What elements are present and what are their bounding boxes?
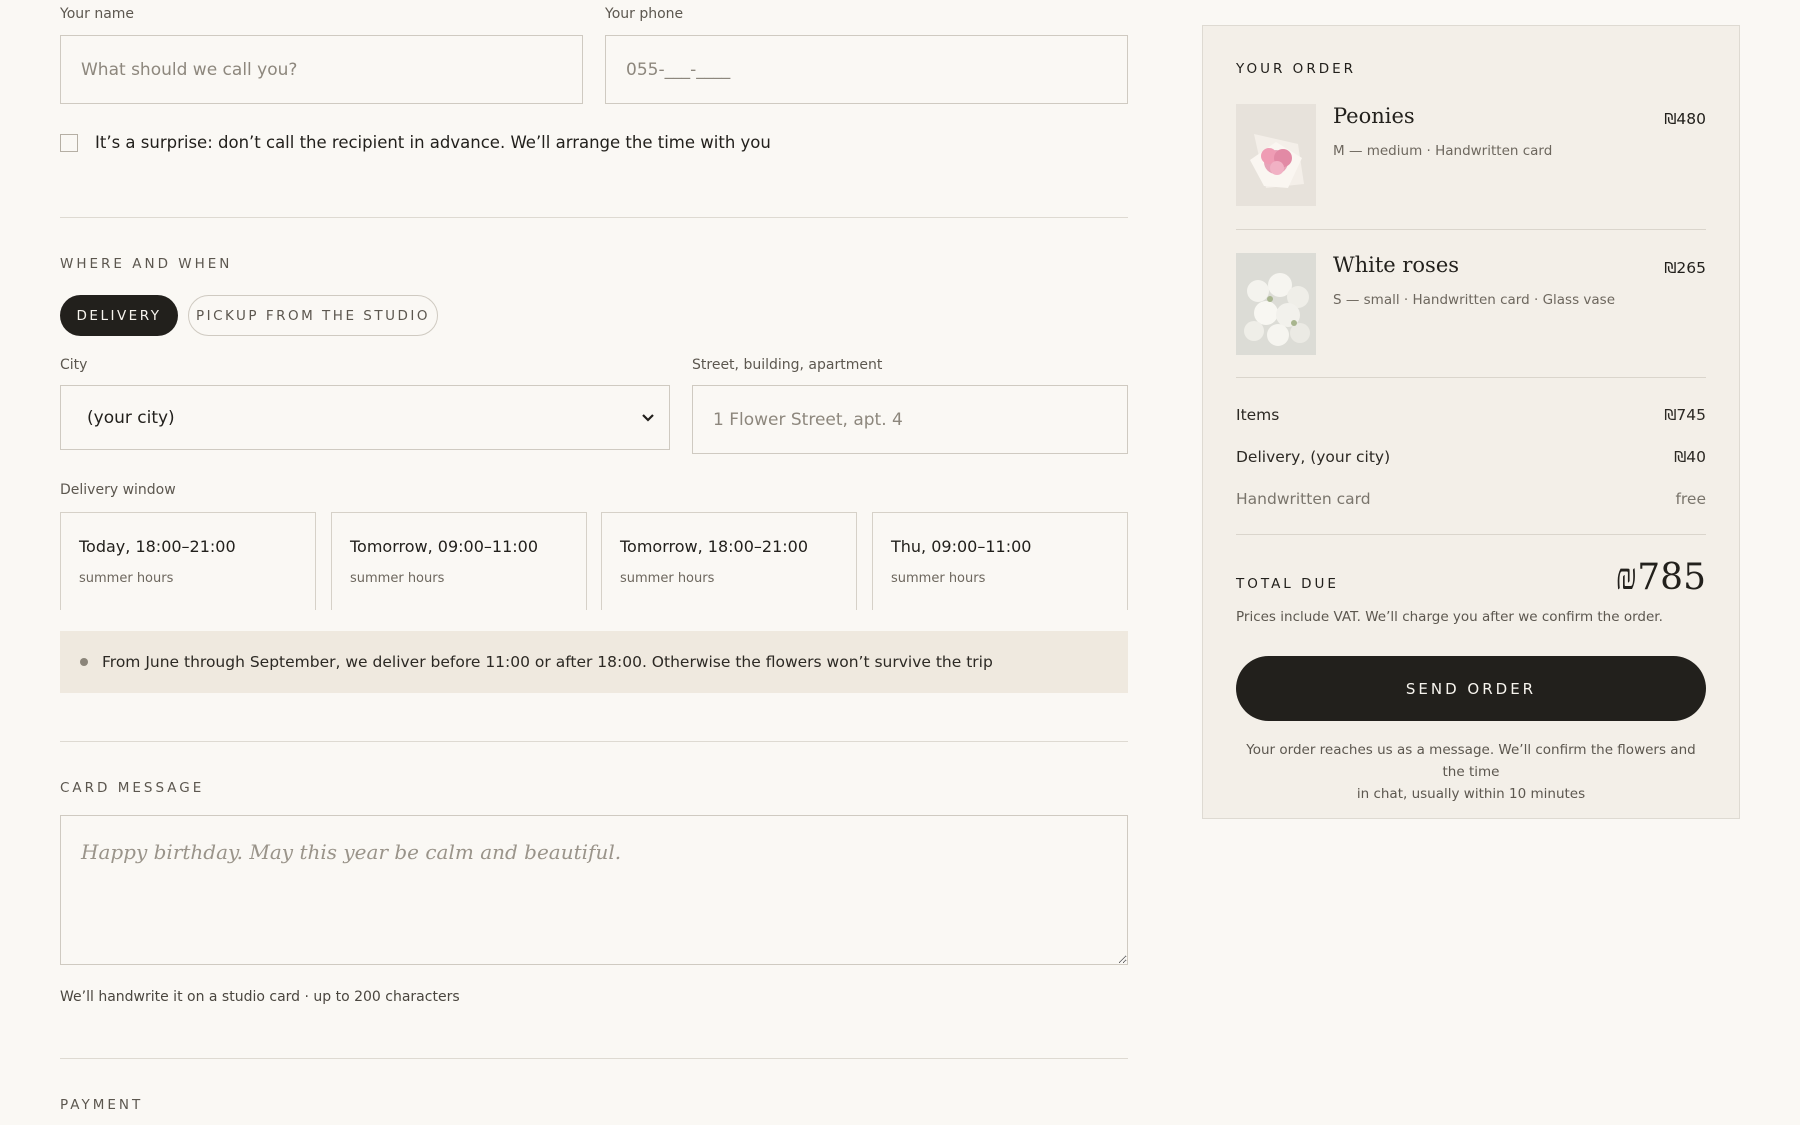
- notice-text: From June through September, we deliver …: [102, 653, 993, 671]
- card-hint: We’ll handwrite it on a studio card · up…: [60, 989, 460, 1005]
- street-label: Street, building, apartment: [692, 357, 883, 373]
- card-value: free: [1675, 490, 1706, 508]
- city-value: (your city): [87, 407, 175, 428]
- footer-line: Your order reaches us as a message. We’l…: [1246, 742, 1696, 780]
- send-order-button[interactable]: SEND ORDER: [1236, 656, 1706, 721]
- items-value: ₪745: [1664, 406, 1706, 424]
- tab-pickup[interactable]: PICKUP FROM THE STUDIO: [188, 295, 438, 336]
- item-meta: M — medium · Handwritten card: [1333, 143, 1553, 159]
- phone-input[interactable]: 055-___-____: [605, 35, 1128, 104]
- delivery-label: Delivery, (your city): [1236, 448, 1391, 466]
- delivery-slot[interactable]: Thu, 09:00–11:00 summer hours: [872, 512, 1128, 610]
- summer-notice: From June through September, we deliver …: [60, 631, 1128, 693]
- bullet-dot-icon: [80, 658, 88, 666]
- where-when-title: WHERE AND WHEN: [60, 256, 233, 272]
- vat-note: Prices include VAT. We’ll charge you aft…: [1236, 609, 1663, 625]
- card-message-textarea[interactable]: [60, 815, 1128, 965]
- delivery-window-label: Delivery window: [60, 482, 176, 498]
- item-name: Peonies: [1333, 104, 1415, 128]
- phone-placeholder: 055-___-____: [626, 59, 731, 80]
- slot-time: Tomorrow, 09:00–11:00: [350, 537, 539, 556]
- item-price: ₪265: [1664, 259, 1706, 277]
- divider: [1236, 534, 1706, 535]
- slot-time: Tomorrow, 18:00–21:00: [620, 537, 809, 556]
- street-input[interactable]: 1 Flower Street, apt. 4: [692, 385, 1128, 454]
- chevron-down-icon: [641, 408, 655, 428]
- surprise-label: It’s a surprise: don’t call the recipien…: [95, 133, 771, 152]
- city-select[interactable]: (your city): [60, 385, 670, 450]
- delivery-slot[interactable]: Tomorrow, 18:00–21:00 summer hours: [601, 512, 857, 610]
- peonies-thumbnail: [1236, 104, 1316, 206]
- total-due-value: ₪785: [1615, 557, 1706, 598]
- item-price: ₪480: [1664, 110, 1706, 128]
- your-order-title: YOUR ORDER: [1236, 61, 1356, 77]
- divider: [60, 741, 1128, 742]
- card-message-title: CARD MESSAGE: [60, 780, 205, 796]
- slot-time: Thu, 09:00–11:00: [891, 537, 1032, 556]
- slot-note: summer hours: [891, 571, 986, 586]
- order-footer-note: Your order reaches us as a message. We’l…: [1236, 739, 1706, 805]
- street-placeholder: 1 Flower Street, apt. 4: [713, 409, 903, 430]
- surprise-checkbox[interactable]: [60, 134, 78, 152]
- footer-line: in chat, usually within 10 minutes: [1356, 786, 1586, 802]
- card-label: Handwritten card: [1236, 490, 1371, 508]
- tab-delivery[interactable]: DELIVERY: [60, 295, 178, 336]
- name-placeholder: What should we call you?: [81, 59, 298, 80]
- divider: [1236, 377, 1706, 378]
- total-due-label: TOTAL DUE: [1236, 576, 1339, 592]
- payment-title: PAYMENT: [60, 1097, 144, 1113]
- city-label: City: [60, 357, 88, 373]
- name-label: Your name: [60, 6, 135, 22]
- divider: [60, 1058, 1128, 1059]
- delivery-slot[interactable]: Tomorrow, 09:00–11:00 summer hours: [331, 512, 587, 610]
- slot-note: summer hours: [79, 571, 174, 586]
- slot-note: summer hours: [620, 571, 715, 586]
- slot-note: summer hours: [350, 571, 445, 586]
- item-meta: S — small · Handwritten card · Glass vas…: [1333, 292, 1616, 308]
- divider: [60, 217, 1128, 218]
- phone-label: Your phone: [605, 6, 684, 22]
- item-name: White roses: [1333, 253, 1460, 277]
- slot-time: Today, 18:00–21:00: [79, 537, 236, 556]
- name-input[interactable]: What should we call you?: [60, 35, 583, 104]
- delivery-value: ₪40: [1674, 448, 1706, 466]
- delivery-slot[interactable]: Today, 18:00–21:00 summer hours: [60, 512, 316, 610]
- white-roses-thumbnail: [1236, 253, 1316, 355]
- items-label: Items: [1236, 406, 1280, 424]
- divider: [1236, 229, 1706, 230]
